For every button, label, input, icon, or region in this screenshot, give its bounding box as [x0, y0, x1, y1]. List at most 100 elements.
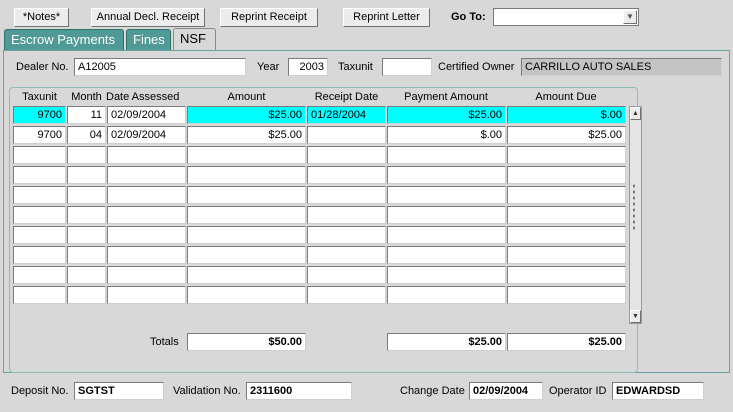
totals-label: Totals: [150, 336, 179, 348]
col-header-receipt-date: Receipt Date: [314, 91, 379, 103]
col-header-month: Month: [71, 91, 102, 103]
cell-amount[interactable]: [187, 226, 306, 244]
cell-taxunit[interactable]: [13, 266, 66, 284]
deposit-no-field[interactable]: SGTST: [74, 382, 164, 400]
cell-month[interactable]: 04: [67, 126, 106, 144]
annual-decl-receipt-button[interactable]: Annual Decl. Receipt: [91, 8, 205, 27]
col-header-amount: Amount: [227, 91, 266, 103]
cell-amount-due[interactable]: [507, 166, 626, 184]
cell-month[interactable]: [67, 266, 106, 284]
cell-date-assessed[interactable]: [107, 206, 186, 224]
cell-payment-amount[interactable]: [387, 146, 506, 164]
cell-payment-amount[interactable]: [387, 286, 506, 304]
cell-date-assessed[interactable]: [107, 186, 186, 204]
cell-amount[interactable]: [187, 186, 306, 204]
cell-amount[interactable]: [187, 266, 306, 284]
goto-dropdown[interactable]: ▼: [493, 8, 639, 26]
total-payment-amount-field: $25.00: [387, 333, 506, 351]
cell-amount[interactable]: [187, 286, 306, 304]
reprint-letter-button[interactable]: Reprint Letter: [343, 8, 430, 27]
cell-taxunit[interactable]: [13, 186, 66, 204]
cell-month[interactable]: [67, 246, 106, 264]
cell-receipt-date[interactable]: [307, 246, 386, 264]
cell-amount[interactable]: [187, 146, 306, 164]
cell-taxunit[interactable]: [13, 226, 66, 244]
cell-receipt-date[interactable]: [307, 266, 386, 284]
cell-taxunit[interactable]: 9700: [13, 106, 66, 124]
cell-date-assessed[interactable]: [107, 246, 186, 264]
cell-taxunit[interactable]: [13, 166, 66, 184]
cell-receipt-date[interactable]: 01/28/2004: [307, 106, 386, 124]
cell-receipt-date[interactable]: [307, 286, 386, 304]
cell-date-assessed[interactable]: [107, 146, 186, 164]
scroll-grip-icon: [632, 183, 636, 231]
cell-month[interactable]: [67, 166, 106, 184]
cell-payment-amount[interactable]: [387, 166, 506, 184]
cell-amount-due[interactable]: $.00: [507, 106, 626, 124]
cell-month[interactable]: [67, 186, 106, 204]
cell-receipt-date[interactable]: [307, 126, 386, 144]
cell-taxunit[interactable]: [13, 246, 66, 264]
cell-payment-amount[interactable]: [387, 246, 506, 264]
cell-taxunit[interactable]: [13, 146, 66, 164]
cell-date-assessed[interactable]: 02/09/2004: [107, 126, 186, 144]
validation-no-field[interactable]: 2311600: [246, 382, 352, 400]
cell-taxunit[interactable]: 9700: [13, 126, 66, 144]
cell-taxunit[interactable]: [13, 286, 66, 304]
cell-amount[interactable]: [187, 246, 306, 264]
cell-taxunit[interactable]: [13, 206, 66, 224]
deposit-no-label: Deposit No.: [11, 385, 69, 397]
cell-month[interactable]: [67, 206, 106, 224]
change-date-field[interactable]: 02/09/2004: [469, 382, 543, 400]
scroll-up-icon[interactable]: ▲: [630, 107, 641, 120]
cell-receipt-date[interactable]: [307, 166, 386, 184]
cell-amount[interactable]: $25.00: [187, 126, 306, 144]
change-date-label: Change Date: [400, 385, 465, 397]
cell-amount-due[interactable]: [507, 266, 626, 284]
cell-amount[interactable]: [187, 206, 306, 224]
cell-date-assessed[interactable]: [107, 166, 186, 184]
cell-amount-due[interactable]: $25.00: [507, 126, 626, 144]
cell-month[interactable]: [67, 146, 106, 164]
cell-receipt-date[interactable]: [307, 206, 386, 224]
cell-date-assessed[interactable]: [107, 226, 186, 244]
cell-date-assessed[interactable]: 02/09/2004: [107, 106, 186, 124]
cell-month[interactable]: 11: [67, 106, 106, 124]
cell-amount-due[interactable]: [507, 206, 626, 224]
total-amount-due-field: $25.00: [507, 333, 626, 351]
cell-receipt-date[interactable]: [307, 226, 386, 244]
taxunit-field[interactable]: [382, 58, 432, 76]
dealer-no-field[interactable]: A12005: [74, 58, 246, 76]
reprint-receipt-button[interactable]: Reprint Receipt: [220, 8, 318, 27]
tab-escrow-payments[interactable]: Escrow Payments: [4, 29, 124, 51]
scroll-down-icon[interactable]: ▼: [630, 310, 641, 323]
cell-month[interactable]: [67, 286, 106, 304]
cell-month[interactable]: [67, 226, 106, 244]
cell-amount-due[interactable]: [507, 146, 626, 164]
cell-payment-amount[interactable]: $.00: [387, 126, 506, 144]
tab-nsf[interactable]: NSF: [173, 28, 216, 51]
validation-no-label: Validation No.: [173, 385, 241, 397]
operator-id-label: Operator ID: [549, 385, 607, 397]
cell-payment-amount[interactable]: [387, 226, 506, 244]
cell-receipt-date[interactable]: [307, 146, 386, 164]
cell-amount-due[interactable]: [507, 226, 626, 244]
tab-fines[interactable]: Fines: [126, 29, 171, 51]
year-field[interactable]: 2003: [288, 58, 328, 76]
cell-amount[interactable]: [187, 166, 306, 184]
cell-payment-amount[interactable]: [387, 186, 506, 204]
cell-payment-amount[interactable]: [387, 266, 506, 284]
certified-owner-label: Certified Owner: [438, 61, 515, 73]
cell-payment-amount[interactable]: [387, 206, 506, 224]
cell-date-assessed[interactable]: [107, 286, 186, 304]
notes-button[interactable]: *Notes*: [14, 8, 69, 27]
chevron-down-icon[interactable]: ▼: [623, 10, 637, 24]
operator-id-field[interactable]: EDWARDSD: [612, 382, 704, 400]
cell-payment-amount[interactable]: $25.00: [387, 106, 506, 124]
cell-amount-due[interactable]: [507, 186, 626, 204]
cell-receipt-date[interactable]: [307, 186, 386, 204]
cell-date-assessed[interactable]: [107, 266, 186, 284]
cell-amount[interactable]: $25.00: [187, 106, 306, 124]
cell-amount-due[interactable]: [507, 286, 626, 304]
cell-amount-due[interactable]: [507, 246, 626, 264]
